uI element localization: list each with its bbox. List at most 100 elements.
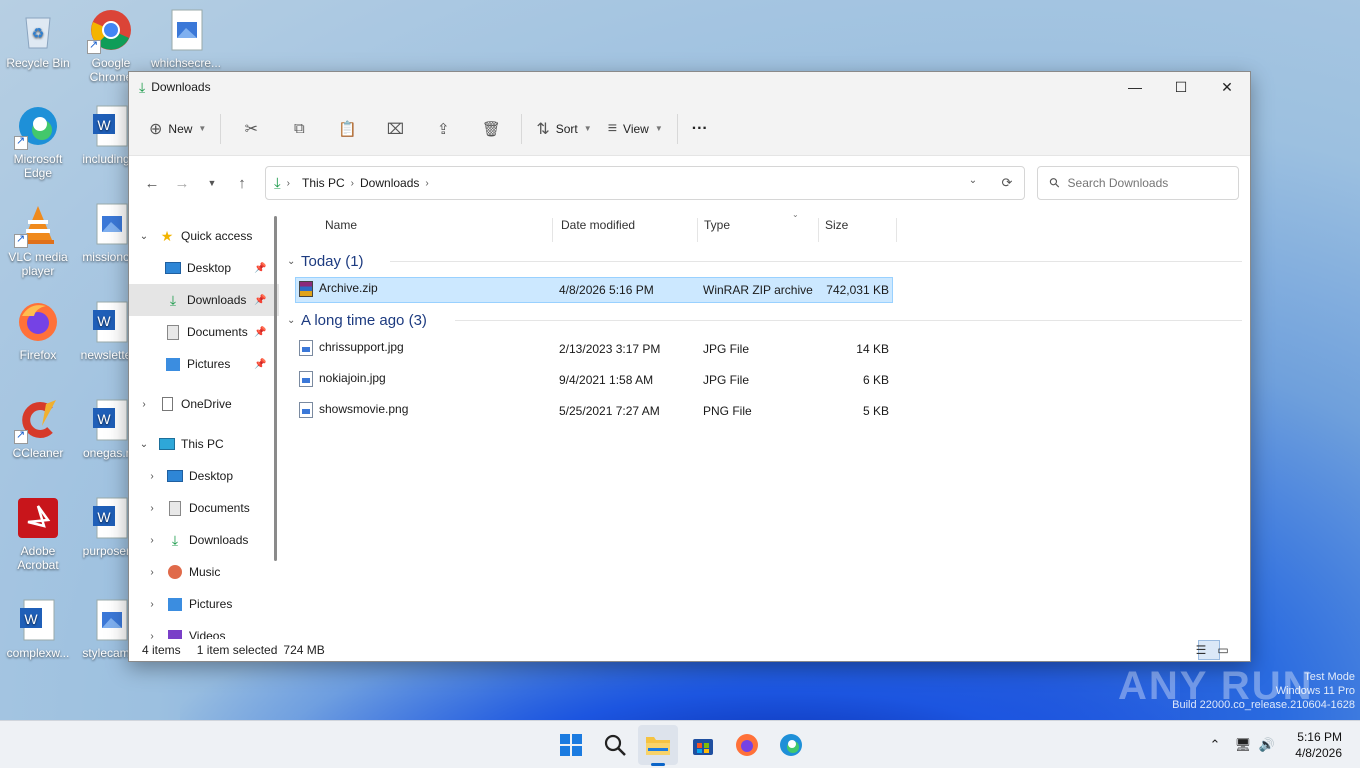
volume-icon[interactable]: 🔊 <box>1256 737 1278 753</box>
desktop-icon-whichsecre[interactable]: whichsecre... <box>148 8 224 70</box>
breadcrumb-downloads[interactable]: Downloads <box>360 176 419 190</box>
downloads-icon: ⤓ <box>274 174 281 192</box>
search-box[interactable]: ⚲ <box>1037 166 1239 200</box>
active-indicator <box>651 763 665 766</box>
desktop-icon-recycle-bin[interactable]: ♻ Recycle Bin <box>0 8 76 70</box>
column-header-size[interactable]: Size <box>819 218 897 242</box>
file-name: Archive.zip <box>319 281 378 296</box>
desktop-icon <box>165 260 181 276</box>
copy-button[interactable]: ⧉ <box>275 112 323 146</box>
rename-button[interactable]: ⌧ <box>371 112 419 146</box>
chevron-down-icon: ▼ <box>583 124 592 133</box>
nav-pc-downloads[interactable]: › ⤓ Downloads <box>129 524 279 556</box>
plus-circle-icon: ⊕ <box>149 120 163 138</box>
nav-this-pc[interactable]: ⌄ This PC <box>129 428 279 460</box>
desktop-icon-complexw[interactable]: W complexw... <box>0 598 76 660</box>
image-file-icon <box>299 402 313 418</box>
address-bar[interactable]: ⤓ › This PC › Downloads › ⌄ ⟳ <box>265 166 1025 200</box>
taskbar-store[interactable] <box>688 730 718 760</box>
recent-locations-button[interactable]: ▼ <box>197 178 227 188</box>
desktop-icon-label: whichsecre... <box>150 56 222 70</box>
file-size: 6 KB <box>862 373 889 387</box>
file-row[interactable]: showsmovie.png 5/25/2021 7:27 AM PNG Fil… <box>137 396 1250 427</box>
address-history-button[interactable]: ⌄ <box>956 175 990 191</box>
column-header-date[interactable]: Date modified <box>555 218 698 242</box>
file-type: PNG File <box>703 404 752 418</box>
folder-icon <box>646 737 670 755</box>
firefox-icon <box>16 300 60 344</box>
refresh-button[interactable]: ⟳ <box>990 175 1024 191</box>
word-document-icon: W <box>89 398 133 442</box>
taskbar-edge[interactable] <box>776 730 806 760</box>
network-icon[interactable]: 🖥 <box>1230 737 1256 753</box>
view-button[interactable]: ≡ View ▼ <box>600 112 671 146</box>
nav-label: Music <box>189 565 221 579</box>
column-headers: ⌄ Name Date modified Type Size <box>295 210 1250 242</box>
chevron-right-icon: › <box>150 470 154 482</box>
chevron-right-icon: › <box>150 598 154 610</box>
close-button[interactable]: ✕ <box>1204 72 1250 102</box>
start-button[interactable] <box>556 730 586 760</box>
tiles-view-button[interactable]: ▭ <box>1217 640 1242 660</box>
group-header-today[interactable]: ⌄ Today (1) <box>287 247 1250 275</box>
nav-pc-music[interactable]: › Music <box>129 556 279 588</box>
chevron-right-icon: › <box>286 177 290 189</box>
cut-button[interactable]: ✂ <box>227 112 275 146</box>
svg-text:♻: ♻ <box>32 25 45 41</box>
nav-pc-documents[interactable]: › Documents <box>129 492 279 524</box>
back-button[interactable]: ← <box>137 175 167 192</box>
divider <box>521 113 523 144</box>
column-header-name[interactable]: Name <box>311 218 553 242</box>
minimize-button[interactable]: — <box>1112 72 1158 102</box>
file-row[interactable]: chrissupport.jpg 2/13/2023 3:17 PM JPG F… <box>137 334 1250 365</box>
more-options-button[interactable]: ··· <box>684 112 716 146</box>
delete-button[interactable]: 🗑 <box>467 112 515 146</box>
word-document-icon: W <box>89 104 133 148</box>
desktop-icon-acrobat[interactable]: Adobe Acrobat <box>0 496 76 572</box>
documents-icon <box>167 500 183 516</box>
nav-pc-desktop[interactable]: › Desktop <box>129 460 279 492</box>
show-hidden-icons-button[interactable]: ⌃ <box>1206 737 1224 753</box>
sort-label: Sort <box>555 121 578 136</box>
share-button[interactable]: ⇪ <box>419 112 467 146</box>
breadcrumb-this-pc[interactable]: This PC <box>302 176 345 190</box>
taskbar-file-explorer[interactable] <box>643 730 673 760</box>
taskbar-firefox[interactable] <box>732 730 762 760</box>
search-input[interactable] <box>1067 176 1218 190</box>
forward-button[interactable]: → <box>167 175 197 192</box>
clock[interactable]: 5:16 PM 4/8/2026 <box>1295 729 1342 761</box>
nav-label: This PC <box>181 437 224 451</box>
desktop-icon-firefox[interactable]: Firefox <box>0 300 76 362</box>
word-document-icon: W <box>89 300 133 344</box>
downloads-icon: ⤓ <box>171 531 179 548</box>
file-row[interactable]: Archive.zip 4/8/2026 5:16 PM WinRAR ZIP … <box>137 275 1250 306</box>
status-bar: 4 items 1 item selected 724 MB ☰ ▭ <box>129 639 1250 661</box>
nav-pc-videos[interactable]: › Videos <box>129 620 279 639</box>
svg-text:W: W <box>97 313 111 329</box>
divider <box>390 260 1242 262</box>
new-button[interactable]: ⊕ New ▼ <box>141 112 214 146</box>
desktop-icon-ccleaner[interactable]: CCleaner <box>0 398 76 460</box>
nav-pc-pictures[interactable]: › Pictures <box>129 588 279 620</box>
group-label: A long time ago (3) <box>301 311 427 329</box>
file-row[interactable]: nokiajoin.jpg 9/4/2021 1:58 AM JPG File … <box>137 365 1250 396</box>
search-button[interactable] <box>600 730 630 760</box>
title-bar[interactable]: ⤓ Downloads — ☐ ✕ <box>129 72 1250 102</box>
share-icon: ⇪ <box>437 120 450 138</box>
sort-button[interactable]: ⇅ Sort ▼ <box>528 112 599 146</box>
nav-quick-access[interactable]: ⌄ ★ Quick access <box>129 220 279 252</box>
column-header-type[interactable]: Type <box>698 218 819 242</box>
chrome-icon <box>87 8 133 54</box>
nav-label: Pictures <box>189 597 233 611</box>
maximize-button[interactable]: ☐ <box>1158 72 1204 102</box>
music-icon <box>167 564 183 580</box>
group-header-long-ago[interactable]: ⌄ A long time ago (3) <box>287 306 1250 334</box>
test-mode-watermark: Test Mode Windows 11 Pro Build 22000.co_… <box>1172 670 1355 712</box>
up-button[interactable]: ↑ <box>227 175 257 192</box>
tiles-view-icon: ▭ <box>1217 643 1229 657</box>
chevron-right-icon: › <box>150 630 154 640</box>
desktop-icon-edge[interactable]: Microsoft Edge <box>0 104 76 180</box>
paste-button[interactable]: 📋 <box>323 112 371 146</box>
desktop-icon-vlc[interactable]: VLC media player <box>0 202 76 278</box>
sort-icon: ⇅ <box>536 120 550 138</box>
